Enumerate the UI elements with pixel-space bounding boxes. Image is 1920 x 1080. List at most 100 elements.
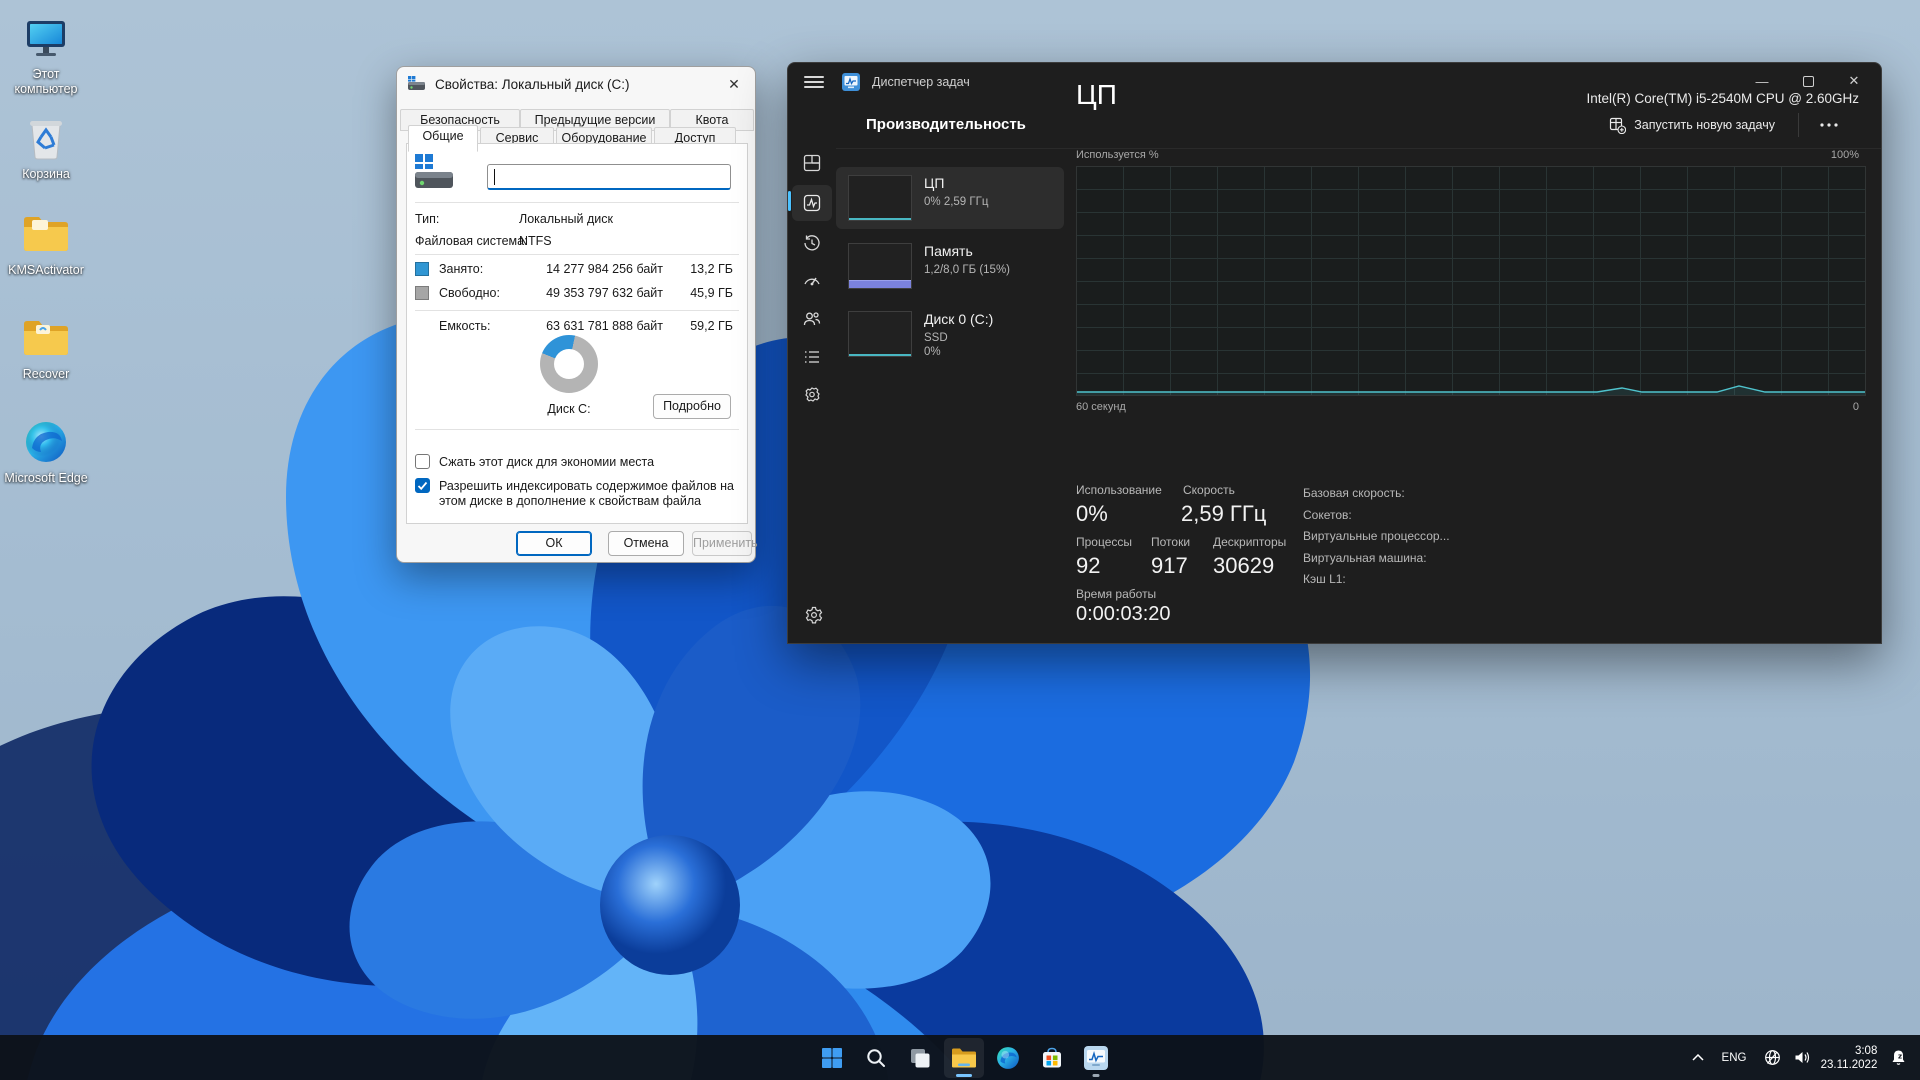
- cpu-usage-graph: [1076, 166, 1866, 396]
- clock[interactable]: 3:0823.11.2022: [1818, 1035, 1880, 1080]
- search-button[interactable]: [856, 1038, 896, 1078]
- desktop-icon-edge[interactable]: Microsoft Edge: [0, 416, 92, 486]
- more-options-icon[interactable]: [1811, 111, 1847, 139]
- selected-indicator: [788, 191, 791, 211]
- desktop-icon-label: Recover: [0, 367, 92, 382]
- free-swatch: [415, 286, 429, 300]
- desktop-icon-label: KMSActivator: [0, 263, 92, 278]
- handles-value: 30629: [1213, 553, 1274, 579]
- used-swatch: [415, 262, 429, 276]
- details-icon: [803, 348, 821, 366]
- edge-button[interactable]: [988, 1038, 1028, 1078]
- store-button[interactable]: [1032, 1038, 1072, 1078]
- task-manager-icon: [1084, 1046, 1108, 1070]
- cpu-info-labels: Базовая скорость: Сокетов: Виртуальные п…: [1303, 483, 1450, 591]
- sidebar-item-processes[interactable]: [792, 145, 832, 181]
- card-memory-detail: 1,2/8,0 ГБ (15%): [924, 263, 1010, 277]
- card-memory[interactable]: Память 1,2/8,0 ГБ (15%): [836, 235, 1064, 297]
- memory-mini-band: [849, 280, 911, 288]
- ok-button[interactable]: ОК: [516, 531, 592, 556]
- capacity-bytes: 63 631 781 888 байт: [521, 319, 663, 333]
- new-task-icon: [1609, 117, 1626, 134]
- card-cpu-detail: 0% 2,59 ГГц: [924, 195, 988, 209]
- cpu-mini-graph: [848, 175, 912, 221]
- recycle-bin-icon: [20, 112, 72, 164]
- desktop: Этот компьютер Корзина KMSActivator Reco…: [0, 0, 1920, 1080]
- usage-label: Использование: [1076, 483, 1162, 497]
- graph-y-max: 100%: [1831, 149, 1859, 161]
- sockets-label: Сокетов:: [1303, 505, 1450, 527]
- tray-chevron-up-icon[interactable]: [1684, 1035, 1712, 1080]
- task-manager-button[interactable]: [1076, 1038, 1116, 1078]
- graph-y-label: Используется %: [1076, 149, 1159, 161]
- details-button[interactable]: Подробно: [653, 394, 731, 419]
- card-cpu-name: ЦП: [924, 175, 944, 191]
- file-explorer-button[interactable]: [944, 1038, 984, 1078]
- card-disk[interactable]: Диск 0 (C:) SSD0%: [836, 303, 1064, 375]
- start-button[interactable]: [812, 1038, 852, 1078]
- dialog-titlebar[interactable]: Свойства: Локальный диск (C:) ✕: [397, 67, 755, 101]
- sidebar-item-users[interactable]: [792, 301, 832, 337]
- processes-value: 92: [1076, 553, 1100, 579]
- cancel-button[interactable]: Отмена: [608, 531, 684, 556]
- sidebar-item-startup-apps[interactable]: [792, 263, 832, 299]
- history-icon: [803, 234, 821, 252]
- volume-label-input[interactable]: [487, 164, 731, 190]
- task-manager-window: Диспетчер задач — ✕ Производительность З…: [787, 62, 1882, 644]
- run-new-task-button[interactable]: Запустить новую задачу: [1599, 111, 1785, 139]
- card-cpu[interactable]: ЦП 0% 2,59 ГГц: [836, 167, 1064, 229]
- volume-icon[interactable]: [1788, 1035, 1816, 1080]
- compress-checkbox-label[interactable]: Сжать этот диск для экономии места: [439, 455, 739, 470]
- desktop-icon-label: Корзина: [0, 167, 92, 182]
- desktop-icon-this-pc[interactable]: Этот компьютер: [0, 12, 92, 97]
- card-disk-detail: SSD0%: [924, 331, 948, 359]
- speed-label: Скорость: [1183, 483, 1235, 497]
- sidebar-item-app-history[interactable]: [792, 225, 832, 261]
- disk-icon: [407, 76, 427, 92]
- settings-gear-icon[interactable]: [800, 601, 828, 629]
- store-icon: [1040, 1046, 1064, 1070]
- language-indicator[interactable]: ENG: [1716, 1035, 1752, 1080]
- used-gb: 13,2 ГБ: [671, 262, 733, 276]
- tray-date: 23.11.2022: [1821, 1058, 1878, 1072]
- apply-button[interactable]: Применить: [692, 531, 752, 556]
- svg-text:z: z: [1898, 1053, 1902, 1061]
- file-explorer-icon: [951, 1047, 977, 1069]
- index-checkbox[interactable]: [415, 478, 430, 493]
- tab-general[interactable]: Общие: [408, 125, 478, 152]
- dialog-title: Свойства: Локальный диск (C:): [435, 77, 630, 92]
- filesystem-value: NTFS: [519, 234, 552, 248]
- folder-icon: [20, 208, 72, 260]
- task-view-icon: [908, 1046, 932, 1070]
- page-title: Производительность: [866, 116, 1026, 133]
- desktop-icon-recycle-bin[interactable]: Корзина: [0, 112, 92, 182]
- card-disk-name: Диск 0 (C:): [924, 311, 993, 327]
- sidebar-item-services[interactable]: [792, 377, 832, 413]
- processes-icon: [803, 154, 821, 172]
- threads-value: 917: [1151, 553, 1188, 579]
- network-icon[interactable]: [1758, 1035, 1786, 1080]
- close-icon[interactable]: ✕: [717, 70, 751, 98]
- menu-icon[interactable]: [804, 76, 824, 88]
- desktop-icon-kmsactivator[interactable]: KMSActivator: [0, 208, 92, 278]
- disk-properties-dialog: Свойства: Локальный диск (C:) ✕ Безопасн…: [396, 66, 756, 563]
- desktop-icon-recover[interactable]: Recover: [0, 312, 92, 382]
- compress-checkbox[interactable]: [415, 454, 430, 469]
- index-checkbox-label[interactable]: Разрешить индексировать содержимое файло…: [439, 479, 739, 509]
- l1-cache-label: Кэш L1:: [1303, 569, 1450, 591]
- sidebar-item-performance[interactable]: [792, 185, 832, 221]
- open-app-indicator: [1093, 1074, 1100, 1077]
- edge-icon: [996, 1046, 1020, 1070]
- free-bytes: 49 353 797 632 байт: [521, 286, 663, 300]
- filesystem-label: Файловая система:: [415, 234, 528, 248]
- active-window-indicator: [956, 1074, 972, 1077]
- cpu-chip-name: Intel(R) Core(TM) i5-2540M CPU @ 2.60GHz: [1586, 91, 1859, 106]
- notification-bell-icon[interactable]: z: [1884, 1035, 1912, 1080]
- startup-icon: [803, 272, 821, 290]
- services-icon: [803, 386, 821, 404]
- graph-x-right: 0: [1853, 401, 1859, 413]
- task-view-button[interactable]: [900, 1038, 940, 1078]
- sidebar-item-details[interactable]: [792, 339, 832, 375]
- free-gb: 45,9 ГБ: [671, 286, 733, 300]
- performance-icon: [803, 194, 821, 212]
